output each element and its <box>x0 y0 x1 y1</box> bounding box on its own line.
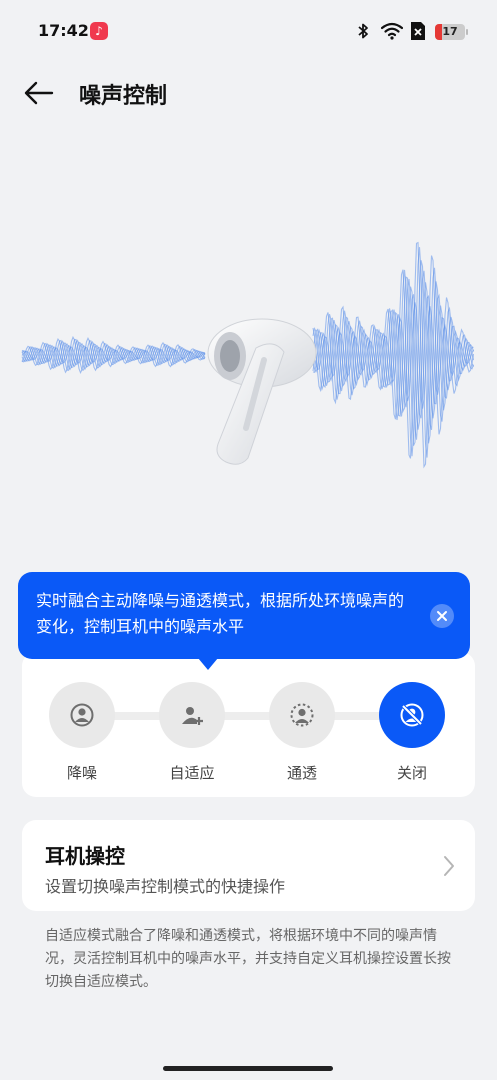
back-arrow-icon <box>24 81 54 105</box>
close-icon <box>437 611 447 621</box>
earbud-control-subtitle: 设置切换噪声控制模式的快捷操作 <box>45 877 286 896</box>
adaptive-mode-description: 自适应模式融合了降噪和通透模式，将根据环境中不同的噪声情况，灵活控制耳机中的噪声… <box>45 928 451 990</box>
back-button[interactable] <box>22 76 56 110</box>
tooltip-close-button[interactable] <box>430 604 454 628</box>
chevron-right-icon <box>444 856 454 876</box>
battery-indicator: 17 <box>435 24 465 40</box>
noise-off-icon <box>400 703 424 727</box>
mode-label: 通透 <box>286 764 317 782</box>
bluetooth-icon <box>358 23 368 39</box>
no-sim-icon <box>411 22 425 40</box>
earbud-illustration <box>0 230 497 490</box>
tooltip-arrow <box>198 658 218 670</box>
mode-track <box>82 712 412 720</box>
mode-label: 降噪 <box>66 764 97 782</box>
mode-tooltip: 实时融合主动降噪与通透模式，根据所处环境噪声的变化，控制耳机中的噪声水平 <box>18 572 470 670</box>
header: 噪声控制 <box>0 62 497 122</box>
mode-label: 自适应 <box>169 764 215 782</box>
wifi-icon <box>381 22 403 40</box>
status-bar: 17:42 ♪ 17 <box>0 0 497 62</box>
transparency-icon <box>290 703 314 727</box>
mode-option-noise-cancel[interactable]: 降噪 <box>42 682 122 792</box>
battery-level: 17 <box>442 25 458 38</box>
mode-button[interactable] <box>269 682 335 748</box>
tooltip-text: 实时融合主动降噪与通透模式，根据所处环境噪声的变化，控制耳机中的噪声水平 <box>36 591 405 636</box>
mode-button[interactable] <box>159 682 225 748</box>
music-icon: ♪ <box>90 22 108 40</box>
adaptive-icon <box>182 707 203 725</box>
page-title: 噪声控制 <box>79 84 168 109</box>
battery-tip <box>466 29 468 35</box>
mode-option-off[interactable]: 关闭 <box>372 682 452 792</box>
status-time: 17:42 <box>38 21 89 40</box>
earbud-control-title: 耳机操控 <box>45 844 125 868</box>
mode-button[interactable] <box>49 682 115 748</box>
noise-cancel-icon <box>70 703 94 727</box>
mode-button-selected[interactable] <box>379 682 445 748</box>
home-indicator[interactable] <box>163 1066 333 1071</box>
earbud-control-card[interactable]: 耳机操控 设置切换噪声控制模式的快捷操作 <box>22 820 475 911</box>
mode-label: 关闭 <box>396 764 427 782</box>
earbud-image <box>207 318 317 465</box>
mode-option-adaptive[interactable]: 自适应 <box>152 682 232 792</box>
mode-option-transparency[interactable]: 通透 <box>262 682 342 792</box>
noise-mode-card: 降噪 自适应 通透 关闭 <box>22 652 475 797</box>
